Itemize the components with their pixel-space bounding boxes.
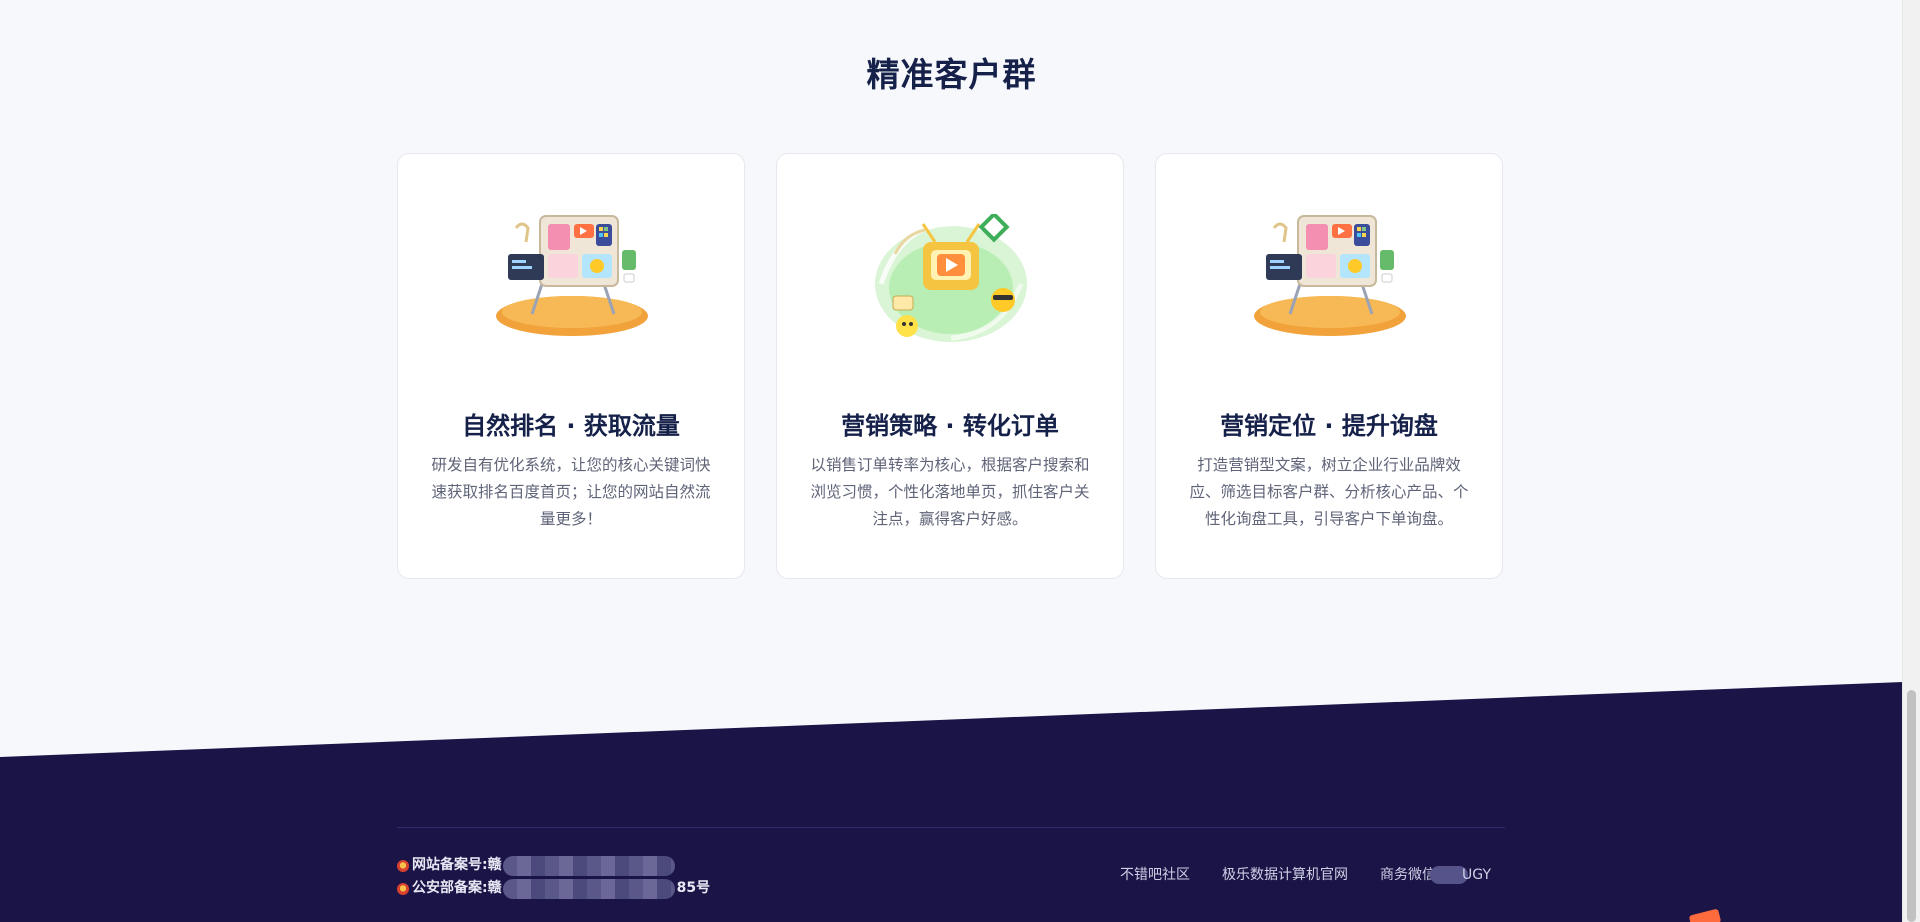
icp-prefix: 赣: [487, 857, 502, 873]
footer-links: 不错吧社区 极乐数据计算机官网 商务微信 UGY: [1120, 864, 1491, 884]
wechat-suffix: UGY: [1462, 867, 1491, 883]
card-description: 打造营销型文案，树立企业行业品牌效应、筛选目标客户群、分析核心产品、个性化询盘工…: [1189, 456, 1469, 528]
section-title: 精准客户群: [866, 55, 1037, 94]
feature-cards: 自然排名 · 获取流量 研发自有优化系统，让您的核心关键词快速获取排名百度首页；…: [397, 153, 1503, 579]
police-record[interactable]: 公安部备案: 赣 85号: [397, 877, 710, 900]
card-title: 自然排名 · 获取流量: [462, 412, 680, 440]
police-prefix: 赣: [487, 880, 502, 896]
footer-registration: 网站备案号: 赣 公安部备案: 赣 85号: [397, 854, 710, 900]
page: 精准客户群 自然排名 · 获取流量 研发自有优化系统，让您的核心关键词快速获取排…: [0, 0, 1903, 922]
dashboard-board-icon: [496, 215, 648, 336]
tv-play-icon: [875, 214, 1027, 342]
dashboard-board-icon: [1254, 215, 1406, 336]
feature-card-marketing-strategy: 营销策略 · 转化订单 以销售订单转率为核心，根据客户搜索和浏览习惯，个性化落地…: [776, 153, 1124, 579]
card-title: 营销策略 · 转化订单: [841, 412, 1059, 440]
emblem-icon: [397, 882, 409, 895]
scrollbar-thumb[interactable]: [1907, 690, 1916, 922]
footer-link-official-site[interactable]: 极乐数据计算机官网: [1222, 864, 1348, 884]
redacted-mask: [502, 878, 675, 899]
footer-background: [0, 682, 1903, 922]
vertical-scrollbar[interactable]: [1902, 0, 1920, 922]
card-title: 营销定位 · 提升询盘: [1220, 412, 1438, 440]
police-label: 公安部备案:: [412, 880, 488, 896]
footer-divider: [397, 827, 1505, 828]
footer-link-wechat[interactable]: 商务微信 UGY: [1380, 864, 1491, 884]
icp-label: 网站备案号:: [412, 857, 488, 873]
redacted-mask: [502, 855, 675, 876]
wechat-prefix: 商务微信: [1380, 867, 1437, 883]
feature-card-marketing-positioning: 营销定位 · 提升询盘 打造营销型文案，树立企业行业品牌效应、筛选目标客户群、分…: [1155, 153, 1503, 579]
card-description: 以销售订单转率为核心，根据客户搜索和浏览习惯，个性化落地单页，抓住客户关注点，赢…: [810, 456, 1090, 528]
police-suffix: 85号: [676, 880, 711, 896]
card-description: 研发自有优化系统，让您的核心关键词快速获取排名百度首页；让您的网站自然流量更多！: [431, 456, 711, 528]
footer-link-community[interactable]: 不错吧社区: [1120, 864, 1190, 884]
feature-card-organic-ranking: 自然排名 · 获取流量 研发自有优化系统，让您的核心关键词快速获取排名百度首页；…: [397, 153, 745, 579]
emblem-icon: [397, 859, 409, 872]
icp-record[interactable]: 网站备案号: 赣: [397, 854, 710, 877]
